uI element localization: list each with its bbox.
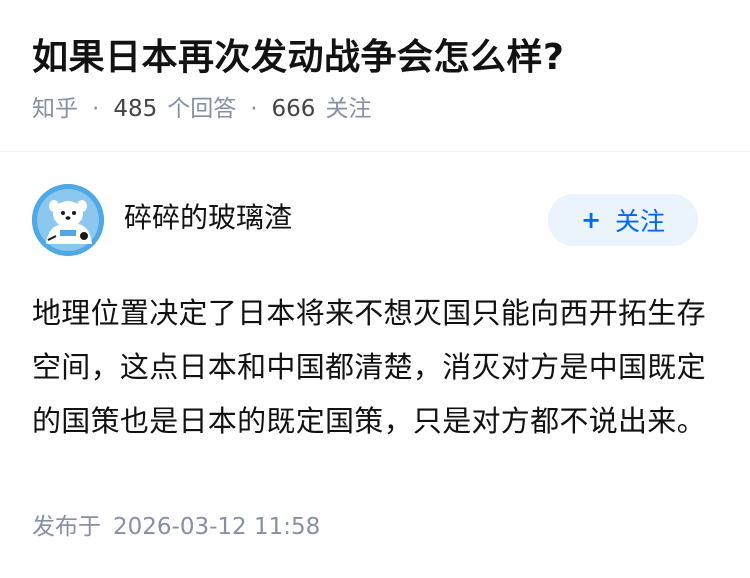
answer-content[interactable]: 地理位置决定了日本将来不想灭国只能向西开拓生存空间，这点日本和中国都清楚，消灭对… — [32, 286, 720, 448]
meta-separator: · — [250, 96, 258, 122]
meta-separator: · — [92, 96, 100, 122]
plus-icon: + — [580, 206, 602, 234]
follower-count-label: 关注 — [325, 96, 372, 122]
follow-button-label: 关注 — [615, 207, 666, 236]
author-row: 碎碎的玻璃渣 + 关注 — [0, 152, 750, 262]
answer-count-label[interactable]: 个回答 — [167, 94, 236, 124]
follow-button[interactable]: + 关注 — [548, 194, 698, 246]
follower-count: 666 — [271, 96, 316, 122]
published-date: 2026-03-12 11:58 — [113, 514, 321, 540]
question-title[interactable]: 如果日本再次发动战争会怎么样? — [32, 36, 564, 80]
question-header: 如果日本再次发动战争会怎么样? 知乎 · 485 个回答 · 666 关注 — [0, 0, 750, 150]
avatar[interactable] — [32, 184, 104, 256]
avatar-character-icon — [32, 184, 104, 256]
answer-count: 485 — [113, 96, 158, 122]
published-label: 发布于 — [32, 514, 101, 540]
answer-footer: 发布于 2026-03-12 11:58 — [32, 512, 320, 542]
source-label[interactable]: 知乎 — [32, 94, 78, 124]
question-meta: 知乎 · 485 个回答 · 666 关注 — [32, 94, 371, 124]
author-name[interactable]: 碎碎的玻璃渣 — [124, 200, 292, 236]
